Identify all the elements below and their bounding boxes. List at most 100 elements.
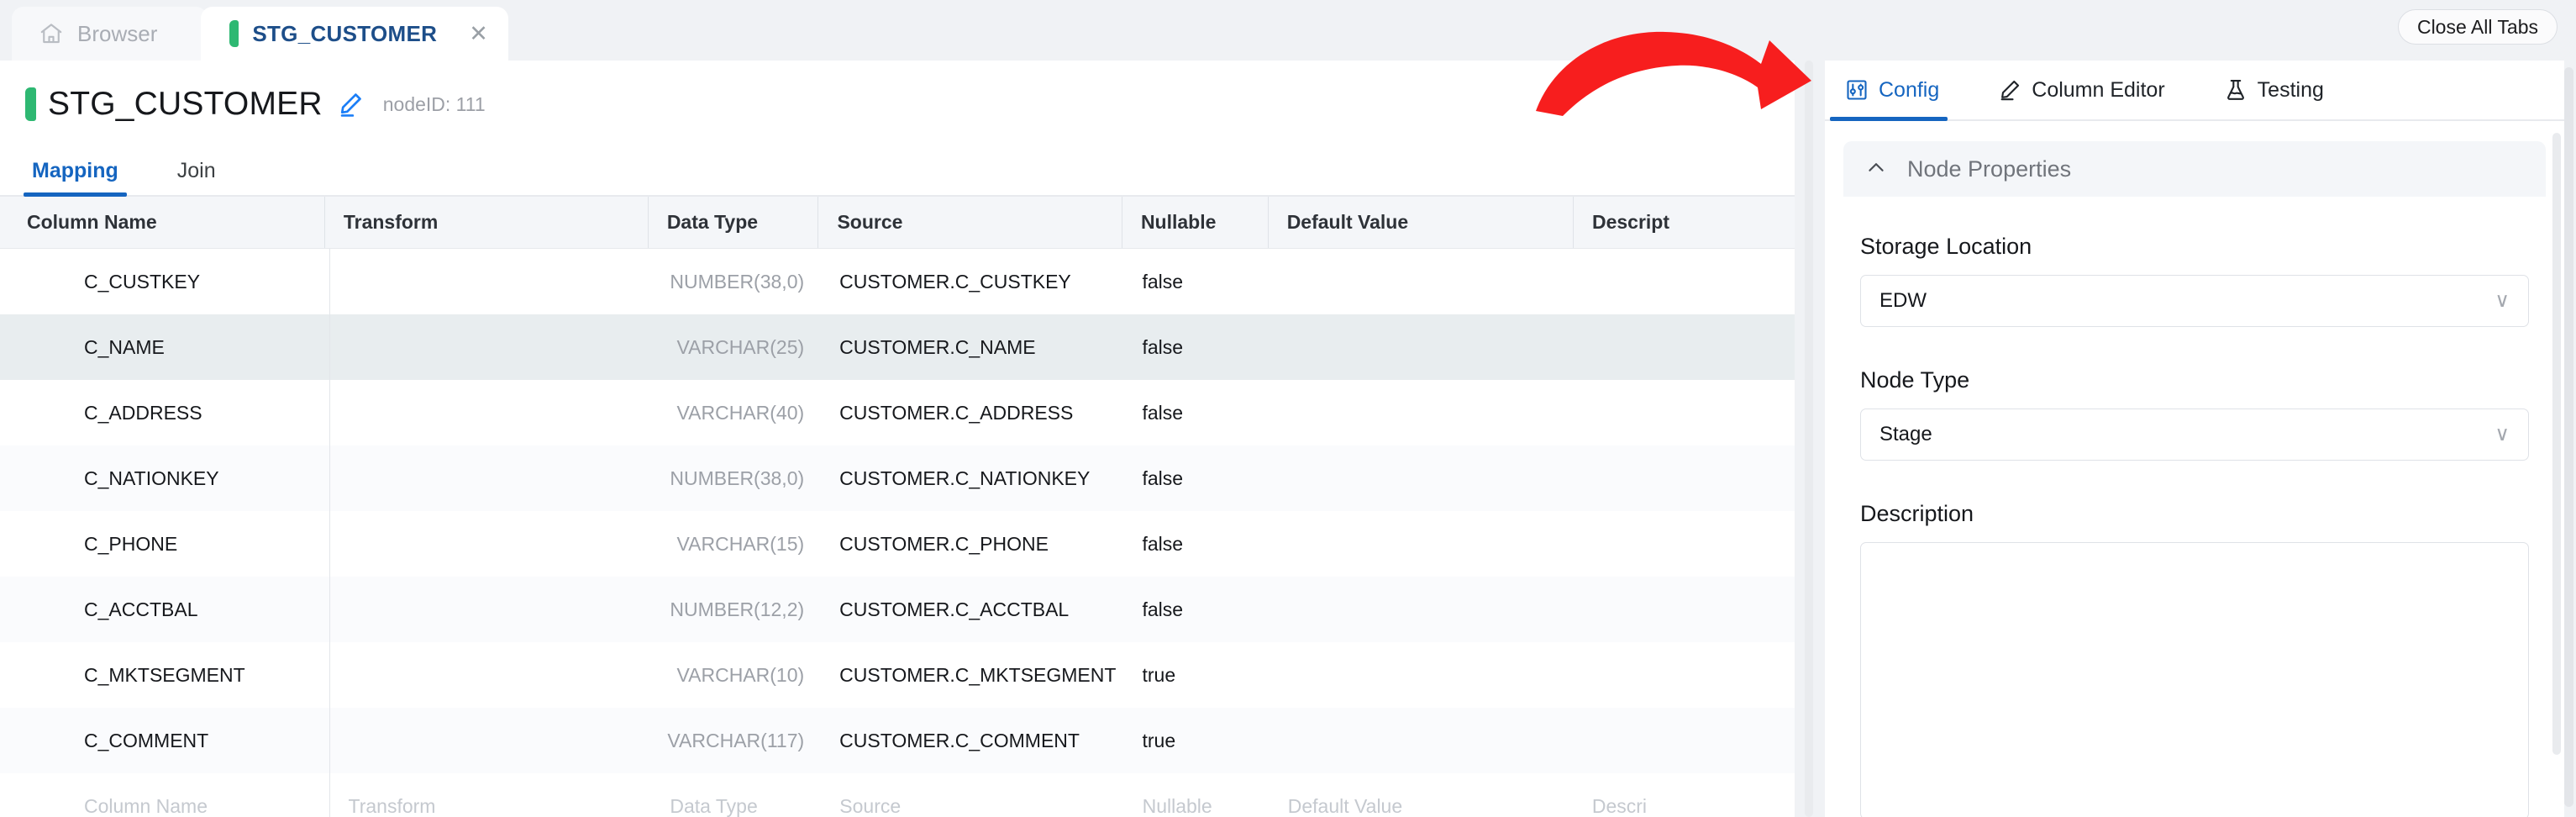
cell-source[interactable]: CUSTOMER.C_NATIONKEY — [821, 445, 1123, 511]
column-header-default-value[interactable]: Default Value — [1267, 197, 1573, 248]
cell-data-type[interactable]: VARCHAR(117) — [651, 708, 821, 773]
column-header-description[interactable]: Descript — [1572, 197, 1795, 248]
column-header-nullable[interactable]: Nullable — [1121, 197, 1268, 248]
cell-source[interactable]: CUSTOMER.C_COMMENT — [821, 708, 1123, 773]
column-header-transform[interactable]: Transform — [323, 197, 648, 248]
cell-default-value[interactable] — [1270, 511, 1574, 577]
cell-description[interactable] — [1574, 511, 1795, 577]
cell-transform[interactable] — [329, 708, 652, 773]
cell-transform[interactable] — [329, 577, 652, 642]
chevron-down-icon[interactable]: ∨ — [2495, 424, 2510, 445]
cell-source[interactable]: CUSTOMER.C_CUSTKEY — [821, 249, 1123, 314]
cell-source[interactable]: CUSTOMER.C_ADDRESS — [821, 380, 1123, 445]
cell-source[interactable]: CUSTOMER.C_NAME — [821, 314, 1123, 380]
config-panel-body: Node Properties Storage Location EDW ∨ N… — [1825, 141, 2564, 817]
panel-resize-handle[interactable] — [1805, 61, 1813, 817]
column-header-source[interactable]: Source — [817, 197, 1122, 248]
tab-config[interactable]: Config — [1829, 61, 1948, 121]
table-row[interactable]: C_ADDRESS VARCHAR(40) CUSTOMER.C_ADDRESS fa… — [0, 380, 1795, 445]
cell-data-type[interactable]: NUMBER(38,0) — [651, 249, 821, 314]
cell-transform[interactable] — [329, 314, 652, 380]
cell-description[interactable] — [1574, 249, 1795, 314]
tab-testing[interactable]: Testing — [2221, 61, 2327, 119]
cell-column-name[interactable]: C_CUSTKEY — [0, 249, 329, 314]
cell-data-type[interactable]: VARCHAR(25) — [651, 314, 821, 380]
chevron-up-icon[interactable] — [1865, 156, 1887, 182]
cell-column-name[interactable]: C_COMMENT — [0, 708, 329, 773]
cell-default-value[interactable] — [1270, 708, 1574, 773]
cell-source[interactable]: CUSTOMER.C_PHONE — [821, 511, 1123, 577]
table-row[interactable]: C_NAME VARCHAR(25) CUSTOMER.C_NAME false — [0, 314, 1795, 380]
cell-nullable[interactable]: false — [1124, 577, 1270, 642]
cell-nullable[interactable]: false — [1124, 445, 1270, 511]
placeholder-cell-default-value[interactable]: Default Value — [1270, 773, 1574, 817]
edit-pencil-icon[interactable] — [336, 90, 365, 119]
cell-transform[interactable] — [329, 642, 652, 708]
table-row[interactable]: C_CUSTKEY NUMBER(38,0) CUSTOMER.C_CUSTKEY f… — [0, 249, 1795, 314]
table-row[interactable]: C_NATIONKEY NUMBER(38,0) CUSTOMER.C_NATION… — [0, 445, 1795, 511]
cell-column-name[interactable]: C_NAME — [0, 314, 329, 380]
column-header-column-name[interactable]: Column Name — [0, 197, 324, 248]
table-row[interactable]: C_PHONE VARCHAR(15) CUSTOMER.C_PHONE false — [0, 511, 1795, 577]
cell-description[interactable] — [1574, 577, 1795, 642]
cell-transform[interactable] — [329, 249, 652, 314]
cell-data-type[interactable]: VARCHAR(10) — [651, 642, 821, 708]
cell-data-type[interactable]: NUMBER(12,2) — [651, 577, 821, 642]
cell-nullable[interactable]: false — [1124, 314, 1270, 380]
cell-source[interactable]: CUSTOMER.C_ACCTBAL — [821, 577, 1123, 642]
cell-source[interactable]: CUSTOMER.C_MKTSEGMENT — [821, 642, 1123, 708]
tab-stg-customer[interactable]: STG_CUSTOMER ✕ — [201, 7, 509, 61]
placeholder-cell-transform[interactable]: Transform — [329, 773, 652, 817]
close-all-tabs-button[interactable]: Close All Tabs — [2397, 9, 2558, 45]
cell-default-value[interactable] — [1270, 577, 1574, 642]
page-scrollbar[interactable] — [2564, 67, 2573, 807]
cell-description[interactable] — [1574, 708, 1795, 773]
placeholder-cell-column-name[interactable]: Column Name — [0, 773, 329, 817]
subtab-join[interactable]: Join — [169, 159, 224, 195]
cell-default-value[interactable] — [1270, 249, 1574, 314]
cell-default-value[interactable] — [1270, 314, 1574, 380]
placeholder-cell-nullable[interactable]: Nullable — [1124, 773, 1270, 817]
cell-data-type[interactable]: VARCHAR(40) — [651, 380, 821, 445]
placeholder-cell-data-type[interactable]: Data Type — [651, 773, 821, 817]
cell-description[interactable] — [1574, 314, 1795, 380]
storage-location-select[interactable]: EDW ∨ — [1860, 275, 2529, 327]
cell-column-name[interactable]: C_ACCTBAL — [0, 577, 329, 642]
table-row[interactable]: C_COMMENT VARCHAR(117) CUSTOMER.C_COMMENT t… — [0, 708, 1795, 773]
cell-column-name[interactable]: C_NATIONKEY — [0, 445, 329, 511]
tab-browser[interactable]: Browser — [12, 7, 208, 61]
cell-nullable[interactable]: false — [1124, 511, 1270, 577]
node-type-select[interactable]: Stage ∨ — [1860, 408, 2529, 461]
cell-transform[interactable] — [329, 511, 652, 577]
placeholder-cell-description[interactable]: Descri — [1574, 773, 1795, 817]
cell-transform[interactable] — [329, 445, 652, 511]
cell-description[interactable] — [1574, 445, 1795, 511]
cell-nullable[interactable]: false — [1124, 380, 1270, 445]
cell-data-type[interactable]: VARCHAR(15) — [651, 511, 821, 577]
cell-nullable[interactable]: false — [1124, 249, 1270, 314]
cell-description[interactable] — [1574, 380, 1795, 445]
cell-default-value[interactable] — [1270, 445, 1574, 511]
config-panel-scrollbar[interactable] — [2552, 133, 2561, 755]
cell-nullable[interactable]: true — [1124, 642, 1270, 708]
cell-nullable[interactable]: true — [1124, 708, 1270, 773]
cell-default-value[interactable] — [1270, 642, 1574, 708]
cell-description[interactable] — [1574, 642, 1795, 708]
table-row[interactable]: C_ACCTBAL NUMBER(12,2) CUSTOMER.C_ACCTBAL f… — [0, 577, 1795, 642]
placeholder-cell-source[interactable]: Source — [821, 773, 1123, 817]
cell-transform[interactable] — [329, 380, 652, 445]
tab-column-editor[interactable]: Column Editor — [1995, 61, 2168, 119]
close-icon[interactable]: ✕ — [469, 22, 488, 45]
table-row[interactable]: C_MKTSEGMENT VARCHAR(10) CUSTOMER.C_MKTSEG… — [0, 642, 1795, 708]
table-row-new-placeholder[interactable]: Column Name Transform Data Type Source Nulla… — [0, 773, 1795, 817]
node-properties-section-header[interactable]: Node Properties — [1843, 141, 2546, 197]
cell-column-name[interactable]: C_MKTSEGMENT — [0, 642, 329, 708]
description-textarea[interactable] — [1860, 542, 2529, 817]
cell-column-name[interactable]: C_ADDRESS — [0, 380, 329, 445]
chevron-down-icon[interactable]: ∨ — [2495, 291, 2510, 311]
subtab-mapping[interactable]: Mapping — [24, 159, 127, 197]
cell-column-name[interactable]: C_PHONE — [0, 511, 329, 577]
cell-data-type[interactable]: NUMBER(38,0) — [651, 445, 821, 511]
column-header-data-type[interactable]: Data Type — [647, 197, 818, 248]
cell-default-value[interactable] — [1270, 380, 1574, 445]
